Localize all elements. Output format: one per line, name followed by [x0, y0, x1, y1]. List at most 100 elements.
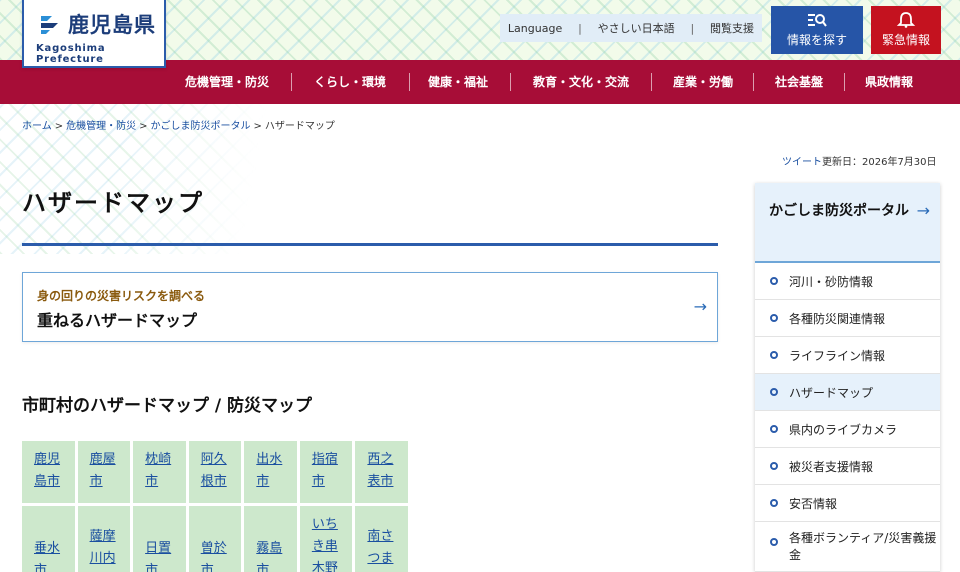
municipality-link[interactable]: 阿久根市: [201, 449, 231, 493]
grid-cell: 阿久根市: [188, 441, 242, 503]
circle-bullet-icon: [770, 538, 778, 546]
bell-icon: [896, 12, 916, 28]
kagoshima-logo-icon: [41, 16, 58, 34]
nav-item-infrastructure[interactable]: 社会基盤: [763, 60, 835, 104]
breadcrumb-separator: >: [139, 121, 148, 132]
sidebar-item-label: 安否情報: [789, 496, 838, 511]
arrow-right-icon: →: [693, 297, 707, 316]
grid-cell: いちき串木野: [299, 506, 353, 572]
arrow-right-icon: →: [916, 201, 930, 220]
section-title: 市町村のハザードマップ / 防災マップ: [22, 396, 313, 416]
card-title: 重ねるハザードマップ: [37, 311, 198, 330]
breadcrumb-portal[interactable]: かごしま防災ポータル: [150, 121, 250, 132]
logo-title: 鹿児島県: [68, 13, 156, 37]
sidebar: かごしま防災ポータル → 河川・砂防情報 各種防災関連情報 ライフライン情報 ハ…: [755, 183, 940, 572]
circle-bullet-icon: [770, 462, 778, 470]
municipality-link[interactable]: 日置市: [145, 538, 175, 572]
search-info-button[interactable]: 情報を探す: [771, 6, 863, 54]
breadcrumb-current: ハザードマップ: [264, 121, 335, 132]
grid-cell: 日置市: [133, 506, 186, 572]
sidebar-item-hazard-map[interactable]: ハザードマップ: [755, 374, 940, 411]
municipality-link[interactable]: 鹿屋市: [90, 449, 120, 493]
utility-bar: Language | やさしい日本語 | 閲覧支援: [500, 14, 762, 42]
sidebar-item-lifeline[interactable]: ライフライン情報: [755, 337, 940, 374]
nav-item-health[interactable]: 健康・福祉: [418, 60, 498, 104]
nav-item-disaster[interactable]: 危機管理・防災: [172, 60, 282, 104]
sidebar-item-label: 河川・砂防情報: [789, 274, 874, 289]
sidebar-item-river[interactable]: 河川・砂防情報: [755, 263, 940, 300]
municipality-grid: 鹿児島市 鹿屋市 枕崎市 阿久根市 出水市 指宿市 西之表市 垂水市 薩摩川内 …: [22, 441, 408, 572]
circle-bullet-icon: [770, 314, 778, 322]
grid-cell: 鹿屋市: [77, 441, 131, 503]
nav-item-government[interactable]: 県政情報: [853, 60, 925, 104]
municipality-link[interactable]: 薩摩川内: [90, 526, 120, 570]
grid-cell: 枕崎市: [133, 441, 186, 503]
sidebar-heading[interactable]: かごしま防災ポータル →: [755, 183, 940, 263]
municipality-link[interactable]: いちき串木野: [312, 514, 342, 572]
grid-cell: 霧島市: [244, 506, 297, 572]
emergency-info-label: 緊急情報: [881, 33, 930, 47]
tweet-link[interactable]: ツイート: [782, 157, 822, 168]
nav-item-education[interactable]: 教育・文化・交流: [520, 60, 642, 104]
overlay-hazard-map-card[interactable]: 身の回りの災害リスクを調べる 重ねるハザードマップ →: [22, 272, 718, 342]
nav-separator: [753, 73, 754, 91]
sidebar-item-victim-support[interactable]: 被災者支援情報: [755, 448, 940, 485]
municipality-link[interactable]: 枕崎市: [145, 449, 175, 493]
grid-cell: 出水市: [244, 441, 297, 503]
sidebar-item-label: 県内のライブカメラ: [789, 422, 898, 437]
municipality-link[interactable]: 鹿児島市: [34, 449, 64, 493]
sidebar-item-disaster-info[interactable]: 各種防災関連情報: [755, 300, 940, 337]
municipality-link[interactable]: 霧島市: [256, 538, 286, 572]
page-title: ハザードマップ: [22, 189, 204, 217]
update-row: ツイート更新日：2026年7月30日: [782, 153, 937, 168]
sidebar-item-label: ライフライン情報: [789, 348, 886, 363]
nav-separator: [651, 73, 652, 91]
municipality-link[interactable]: 曽於市: [201, 538, 231, 572]
updated-date: 更新日：2026年7月30日: [822, 157, 937, 168]
grid-cell: 鹿児島市: [22, 441, 75, 503]
sidebar-item-label: 被災者支援情報: [789, 459, 874, 474]
sidebar-item-volunteer[interactable]: 各種ボランティア/災害義援金: [755, 522, 940, 572]
search-list-icon: [808, 14, 827, 27]
grid-cell: 西之表市: [355, 441, 408, 503]
grid-cell: 曽於市: [188, 506, 242, 572]
grid-cell: 南さつま: [355, 506, 408, 572]
municipality-link[interactable]: 出水市: [256, 449, 286, 493]
circle-bullet-icon: [770, 499, 778, 507]
title-divider: [22, 243, 718, 246]
card-subtitle: 身の回りの災害リスクを調べる: [37, 289, 206, 303]
circle-bullet-icon: [770, 388, 778, 396]
accessibility-link[interactable]: 閲覧支援: [710, 20, 754, 36]
sidebar-item-live-camera[interactable]: 県内のライブカメラ: [755, 411, 940, 448]
circle-bullet-icon: [770, 425, 778, 433]
sidebar-item-label: 各種ボランティア/災害義援金: [789, 531, 937, 562]
sidebar-item-label: ハザードマップ: [789, 385, 874, 400]
sidebar-item-safety-info[interactable]: 安否情報: [755, 485, 940, 522]
language-link[interactable]: Language: [508, 22, 562, 35]
municipality-link[interactable]: 垂水市: [34, 538, 64, 572]
municipality-link[interactable]: 南さつま: [367, 526, 397, 570]
grid-cell: 垂水市: [22, 506, 75, 572]
easy-japanese-link[interactable]: やさしい日本語: [598, 20, 675, 36]
municipality-link[interactable]: 西之表市: [367, 449, 397, 493]
breadcrumb-separator: >: [54, 121, 64, 132]
municipality-link[interactable]: 指宿市: [312, 449, 342, 493]
nav-separator: [844, 73, 845, 91]
separator: |: [578, 21, 582, 35]
circle-bullet-icon: [770, 351, 778, 359]
nav-item-industry[interactable]: 産業・労働: [660, 60, 746, 104]
breadcrumb-home[interactable]: ホーム: [22, 121, 52, 132]
separator: |: [690, 21, 695, 35]
nav-separator: [409, 73, 410, 91]
sidebar-heading-label: かごしま防災ポータル: [769, 203, 909, 219]
breadcrumb-disaster[interactable]: 危機管理・防災: [66, 121, 136, 132]
breadcrumb: ホーム > 危機管理・防災 > かごしま防災ポータル > ハザードマップ: [22, 117, 335, 132]
nav-separator: [510, 73, 511, 91]
nav-item-living[interactable]: くらし・環境: [300, 60, 400, 104]
prefecture-logo[interactable]: 鹿児島県 Kagoshima Prefecture: [22, 0, 166, 68]
sidebar-item-label: 各種防災関連情報: [789, 311, 886, 326]
emergency-info-button[interactable]: 緊急情報: [871, 6, 941, 54]
breadcrumb-separator: >: [253, 121, 262, 132]
circle-bullet-icon: [770, 277, 778, 285]
grid-cell: 薩摩川内: [77, 506, 131, 572]
